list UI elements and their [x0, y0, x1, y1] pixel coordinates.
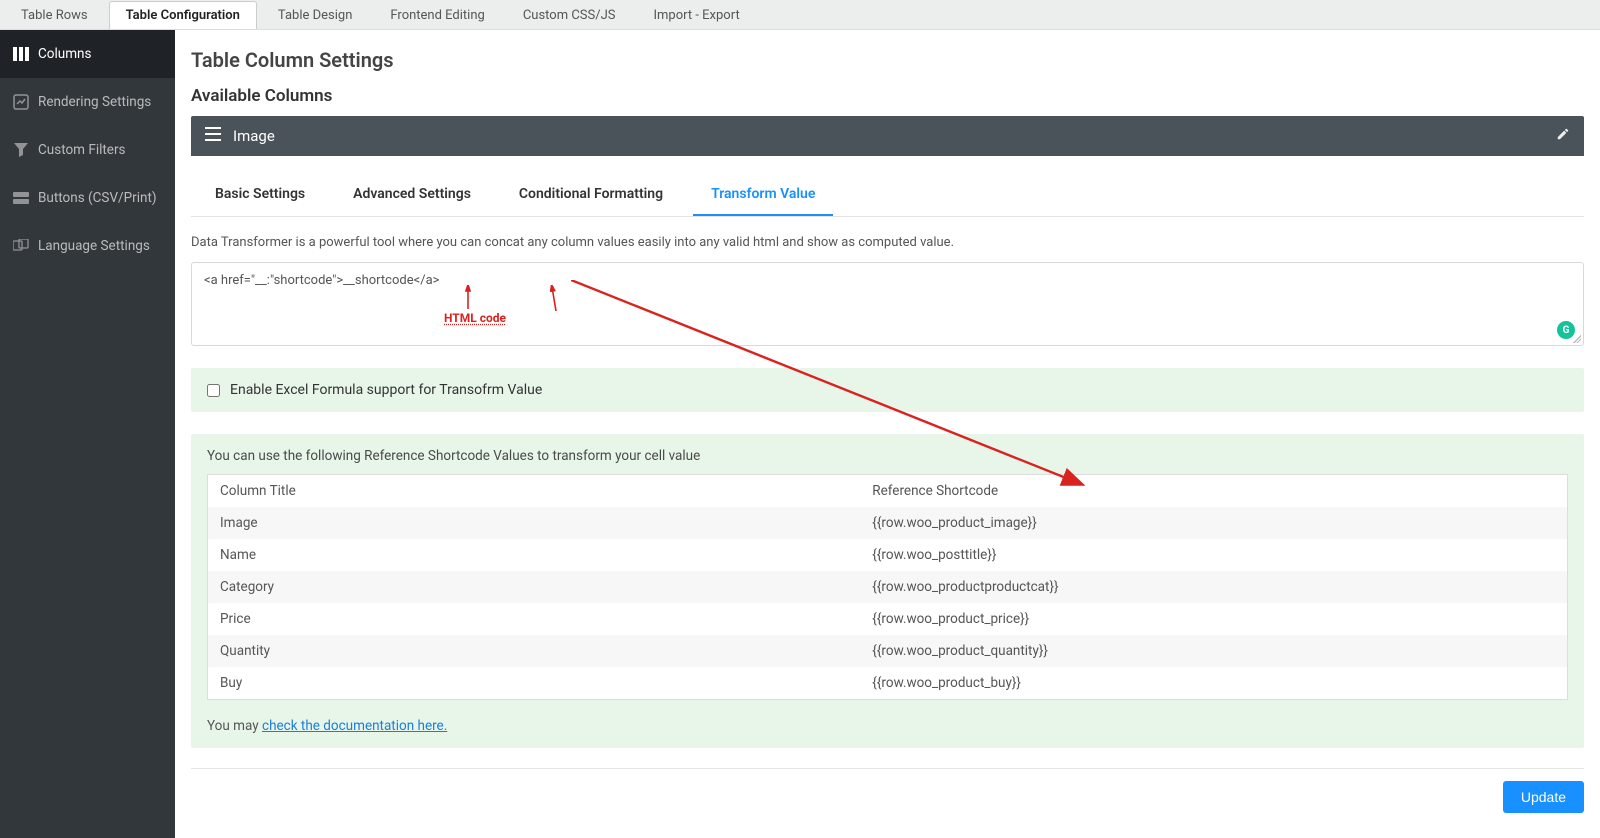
- update-button[interactable]: Update: [1503, 781, 1584, 813]
- reference-intro: You can use the following Reference Shor…: [207, 448, 1568, 464]
- sub-tab-basic-settings[interactable]: Basic Settings: [197, 176, 323, 216]
- buttons-icon: [12, 192, 30, 204]
- sidebar: Columns Rendering Settings Custom Filters B…: [0, 30, 175, 838]
- table-row: Category{{row.woo_productproductcat}}: [208, 571, 1568, 603]
- annotation-arrow-diag-icon: [550, 285, 584, 315]
- top-tab-table-rows[interactable]: Table Rows: [4, 1, 105, 29]
- filter-icon: [12, 143, 30, 157]
- cell-reference-shortcode: {{row.woo_product_price}}: [860, 603, 1567, 635]
- cell-column-title: Price: [208, 603, 861, 635]
- sidebar-item-custom-filters[interactable]: Custom Filters: [0, 126, 175, 174]
- table-header-row: Column Title Reference Shortcode: [208, 475, 1568, 508]
- rendering-icon: [12, 94, 30, 110]
- excel-formula-label[interactable]: Enable Excel Formula support for Transof…: [230, 382, 542, 398]
- doc-link[interactable]: check the documentation here.: [262, 718, 447, 734]
- hamburger-icon: [205, 127, 221, 145]
- col-header-title: Column Title: [208, 475, 861, 508]
- sub-tab-conditional-formatting[interactable]: Conditional Formatting: [501, 176, 681, 216]
- table-row: Buy{{row.woo_product_buy}}: [208, 667, 1568, 700]
- table-row: Name{{row.woo_posttitle}}: [208, 539, 1568, 571]
- excel-formula-checkbox[interactable]: [207, 384, 220, 397]
- cell-column-title: Quantity: [208, 635, 861, 667]
- cell-reference-shortcode: {{row.woo_product_image}}: [860, 507, 1567, 539]
- table-row: Image{{row.woo_product_image}}: [208, 507, 1568, 539]
- cell-reference-shortcode: {{row.woo_product_buy}}: [860, 667, 1567, 700]
- sub-tabs: Basic Settings Advanced Settings Condition…: [191, 176, 1584, 217]
- reference-shortcode-box: You can use the following Reference Shor…: [191, 434, 1584, 748]
- content-area: Table Column Settings Available Columns …: [175, 30, 1600, 838]
- cell-reference-shortcode: {{row.woo_product_quantity}}: [860, 635, 1567, 667]
- cell-reference-shortcode: {{row.woo_productproductcat}}: [860, 571, 1567, 603]
- col-header-shortcode: Reference Shortcode: [860, 475, 1567, 508]
- cell-reference-shortcode: {{row.woo_posttitle}}: [860, 539, 1567, 571]
- sidebar-item-label: Language Settings: [38, 238, 150, 254]
- footer-actions: Update: [191, 769, 1584, 825]
- top-tab-custom-css-js[interactable]: Custom CSS/JS: [506, 1, 633, 29]
- sub-tab-transform-value[interactable]: Transform Value: [693, 176, 833, 216]
- doc-line: You may check the documentation here.: [207, 718, 1568, 734]
- cell-column-title: Buy: [208, 667, 861, 700]
- doc-prefix: You may: [207, 718, 262, 734]
- sidebar-item-language-settings[interactable]: Language Settings: [0, 222, 175, 270]
- section-title: Available Columns: [191, 86, 1584, 106]
- table-row: Quantity{{row.woo_product_quantity}}: [208, 635, 1568, 667]
- top-tab-table-design[interactable]: Table Design: [261, 1, 369, 29]
- top-tab-frontend-editing[interactable]: Frontend Editing: [373, 1, 501, 29]
- cell-column-title: Name: [208, 539, 861, 571]
- sidebar-item-rendering-settings[interactable]: Rendering Settings: [0, 78, 175, 126]
- columns-icon: [12, 47, 30, 61]
- sidebar-item-buttons-csv-print-[interactable]: Buttons (CSV/Print): [0, 174, 175, 222]
- top-tab-import-export[interactable]: Import - Export: [637, 1, 757, 29]
- resize-handle-icon[interactable]: [1573, 335, 1581, 343]
- cell-column-title: Category: [208, 571, 861, 603]
- cell-column-title: Image: [208, 507, 861, 539]
- sidebar-item-label: Buttons (CSV/Print): [38, 190, 157, 206]
- pencil-icon[interactable]: [1556, 127, 1570, 145]
- annotation-arrow-up-icon: [463, 285, 473, 311]
- annotation-html-code-label: HTML code: [444, 311, 506, 325]
- page-title: Table Column Settings: [191, 48, 1584, 72]
- sidebar-item-columns[interactable]: Columns: [0, 30, 175, 78]
- reference-table: Column Title Reference Shortcode Image{{…: [207, 474, 1568, 700]
- language-icon: [12, 239, 30, 253]
- transform-description: Data Transformer is a powerful tool wher…: [191, 235, 1584, 250]
- excel-formula-box: Enable Excel Formula support for Transof…: [191, 368, 1584, 412]
- sub-tab-advanced-settings[interactable]: Advanced Settings: [335, 176, 489, 216]
- transform-value-text: <a href="__:"shortcode">__shortcode</a>: [204, 273, 439, 288]
- sidebar-item-label: Custom Filters: [38, 142, 126, 158]
- panel-title: Image: [233, 127, 1556, 145]
- sidebar-item-label: Rendering Settings: [38, 94, 151, 110]
- table-row: Price{{row.woo_product_price}}: [208, 603, 1568, 635]
- sidebar-item-label: Columns: [38, 46, 91, 62]
- top-tabs: Table RowsTable ConfigurationTable Desig…: [0, 0, 1600, 30]
- top-tab-table-configuration[interactable]: Table Configuration: [109, 1, 257, 29]
- transform-value-input[interactable]: <a href="__:"shortcode">__shortcode</a> …: [191, 262, 1584, 346]
- panel-header[interactable]: Image: [191, 116, 1584, 156]
